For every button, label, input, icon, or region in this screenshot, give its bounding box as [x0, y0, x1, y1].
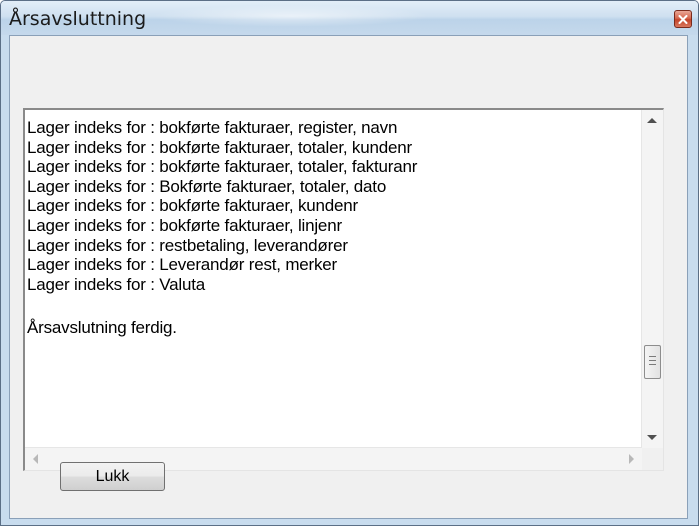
- title-bar[interactable]: Årsavsluttning: [1, 1, 698, 35]
- log-line: Lager indeks for : Valuta: [27, 274, 206, 294]
- dialog-client-area: Lager indeks for : bokførte fakturaer, r…: [9, 35, 688, 519]
- scroll-up-arrow-icon[interactable]: [647, 118, 657, 123]
- log-line: Lager indeks for : bokførte fakturaer, l…: [27, 215, 342, 235]
- title-bar-glow: [151, 5, 431, 27]
- dialog-window: Årsavsluttning Lager indeks for : bokfør…: [0, 0, 699, 526]
- thumb-grip-line: [649, 356, 656, 357]
- window-close-button[interactable]: [674, 10, 692, 28]
- log-line: Lager indeks for : Bokførte fakturaer, t…: [27, 176, 387, 196]
- log-final-message: Årsavslutning ferdig.: [27, 318, 177, 338]
- thumb-grip-line: [649, 360, 656, 361]
- log-line: Lager indeks for : Leverandør rest, merk…: [27, 255, 338, 275]
- vertical-scroll-thumb[interactable]: [644, 345, 661, 379]
- log-line: Lager indeks for : bokførte fakturaer, t…: [27, 137, 412, 157]
- vertical-scrollbar[interactable]: [641, 110, 663, 448]
- log-lines: Lager indeks for : bokførte fakturaer, r…: [27, 118, 637, 338]
- close-button[interactable]: Lukk: [60, 462, 165, 491]
- log-line: Lager indeks for : bokførte fakturaer, t…: [27, 157, 418, 177]
- thumb-grip-line: [649, 364, 656, 365]
- log-blank-line: [27, 294, 637, 318]
- scroll-right-arrow-icon[interactable]: [629, 454, 634, 464]
- log-line: Lager indeks for : bokførte fakturaer, k…: [27, 196, 358, 216]
- log-line: Lager indeks for : bokførte fakturaer, r…: [27, 118, 398, 137]
- window-title: Årsavsluttning: [9, 8, 147, 30]
- scrollbar-corner: [642, 448, 663, 470]
- log-line: Lager indeks for : restbetaling, leveran…: [27, 235, 348, 255]
- scroll-down-arrow-icon[interactable]: [647, 435, 657, 440]
- log-textarea[interactable]: Lager indeks for : bokførte fakturaer, r…: [23, 108, 664, 471]
- scroll-left-arrow-icon[interactable]: [33, 454, 38, 464]
- close-icon: [678, 14, 688, 24]
